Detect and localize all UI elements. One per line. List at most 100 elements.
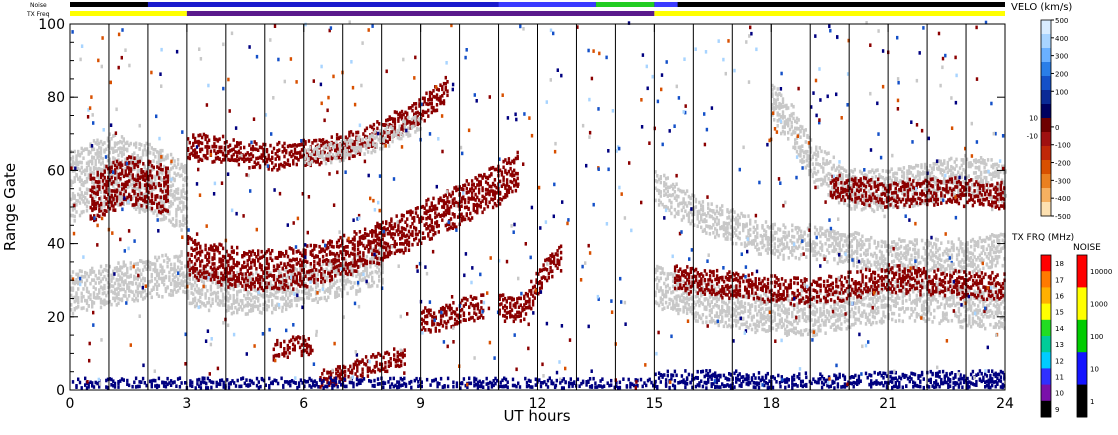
echo-cell <box>432 89 435 93</box>
noise-bar-segment <box>498 2 596 7</box>
echo-cell <box>152 182 155 186</box>
echo-cell <box>427 108 430 113</box>
echo-cell <box>365 126 369 131</box>
echo-cell <box>733 210 736 214</box>
echo-cell <box>98 214 101 219</box>
echo-cell <box>432 225 435 229</box>
echo-cell <box>313 247 316 251</box>
echo-cell <box>435 103 439 107</box>
echo-cell <box>80 191 83 195</box>
echo-cell <box>99 152 103 156</box>
echo-cell <box>386 369 389 374</box>
echo-cell <box>791 253 794 257</box>
echo-cell <box>321 239 325 244</box>
echo-cell <box>209 278 213 282</box>
noise-bar-segment <box>147 2 499 7</box>
echo-cell <box>260 311 263 315</box>
txfreq-bar-segment <box>70 11 187 16</box>
echo-cell <box>171 202 175 206</box>
echo-cell <box>255 267 258 271</box>
echo-cell <box>400 363 403 368</box>
echo-cell <box>91 266 94 271</box>
echo-cell <box>446 196 449 200</box>
echo-cell <box>286 296 290 301</box>
echo-cell <box>675 182 678 186</box>
echo-cell <box>283 287 286 291</box>
echo-cell <box>470 216 474 220</box>
echo-cell <box>276 342 279 347</box>
echo-cell <box>475 296 478 300</box>
echo-cell <box>358 287 362 292</box>
txfreq-bar-segment <box>654 11 1005 16</box>
echo-cell <box>175 165 178 170</box>
echo-cell <box>140 143 143 147</box>
echo-cell <box>161 253 164 258</box>
echo-cell <box>169 262 173 267</box>
echo-cell <box>141 282 145 287</box>
echo-cell <box>348 145 351 150</box>
echo-cell <box>169 188 173 193</box>
echo-cell <box>136 164 140 169</box>
echo-cell <box>300 353 303 358</box>
echo-cell <box>368 143 371 148</box>
echo-cell <box>157 255 161 260</box>
echo-cell <box>504 168 507 173</box>
echo-cell <box>148 151 152 155</box>
echo-cell <box>792 248 796 253</box>
echo-cell <box>403 124 407 128</box>
echo-cell <box>307 157 310 161</box>
echo-cell <box>430 218 433 223</box>
echo-cell <box>425 314 429 319</box>
echo-cell <box>466 298 469 302</box>
echo-cell <box>778 227 782 232</box>
echo-cell <box>738 231 741 235</box>
echo-cell <box>763 243 766 248</box>
echo-cell <box>138 159 141 164</box>
echo-cell <box>285 249 288 254</box>
echo-cell <box>129 265 132 270</box>
echo-cell <box>717 221 720 226</box>
echo-cell <box>166 166 169 171</box>
echo-cell <box>342 275 346 279</box>
echo-cell <box>168 258 171 262</box>
echo-cell <box>685 204 689 208</box>
echo-cell <box>157 273 161 277</box>
echo-cell <box>311 287 314 292</box>
echo-cell <box>188 140 191 145</box>
echo-cell <box>376 256 379 261</box>
echo-cell <box>803 238 806 242</box>
echo-cell <box>114 208 117 212</box>
echo-cell <box>445 325 448 330</box>
echo-cell <box>363 152 366 156</box>
echo-cell <box>376 284 379 288</box>
echo-cell <box>353 243 356 247</box>
echo-cell <box>92 147 96 152</box>
echo-cell <box>784 225 787 230</box>
echo-cell <box>498 179 502 184</box>
echo-cell <box>460 199 463 204</box>
echo-cell <box>311 348 314 353</box>
echo-cell <box>516 300 519 305</box>
echo-cell <box>467 182 470 186</box>
echo-cell <box>421 231 425 235</box>
echo-cell <box>782 257 785 261</box>
echo-cell <box>540 282 543 286</box>
echo-cell <box>450 306 453 311</box>
echo-cell <box>150 272 153 277</box>
echo-cell <box>423 96 426 101</box>
echo-cell <box>126 297 129 302</box>
echo-cell <box>105 209 108 213</box>
echo-cell <box>129 167 133 171</box>
echo-cell <box>476 302 480 306</box>
echo-cell <box>502 175 505 180</box>
echo-cell <box>246 263 249 267</box>
echo-cell <box>516 176 519 181</box>
echo-cell <box>281 266 284 271</box>
echo-cell <box>365 136 368 141</box>
echo-cell <box>375 142 378 147</box>
echo-cell <box>349 272 353 277</box>
echo-cell <box>404 220 407 224</box>
echo-cell <box>99 305 103 310</box>
echo-cell <box>321 372 324 376</box>
echo-cell <box>274 281 277 286</box>
